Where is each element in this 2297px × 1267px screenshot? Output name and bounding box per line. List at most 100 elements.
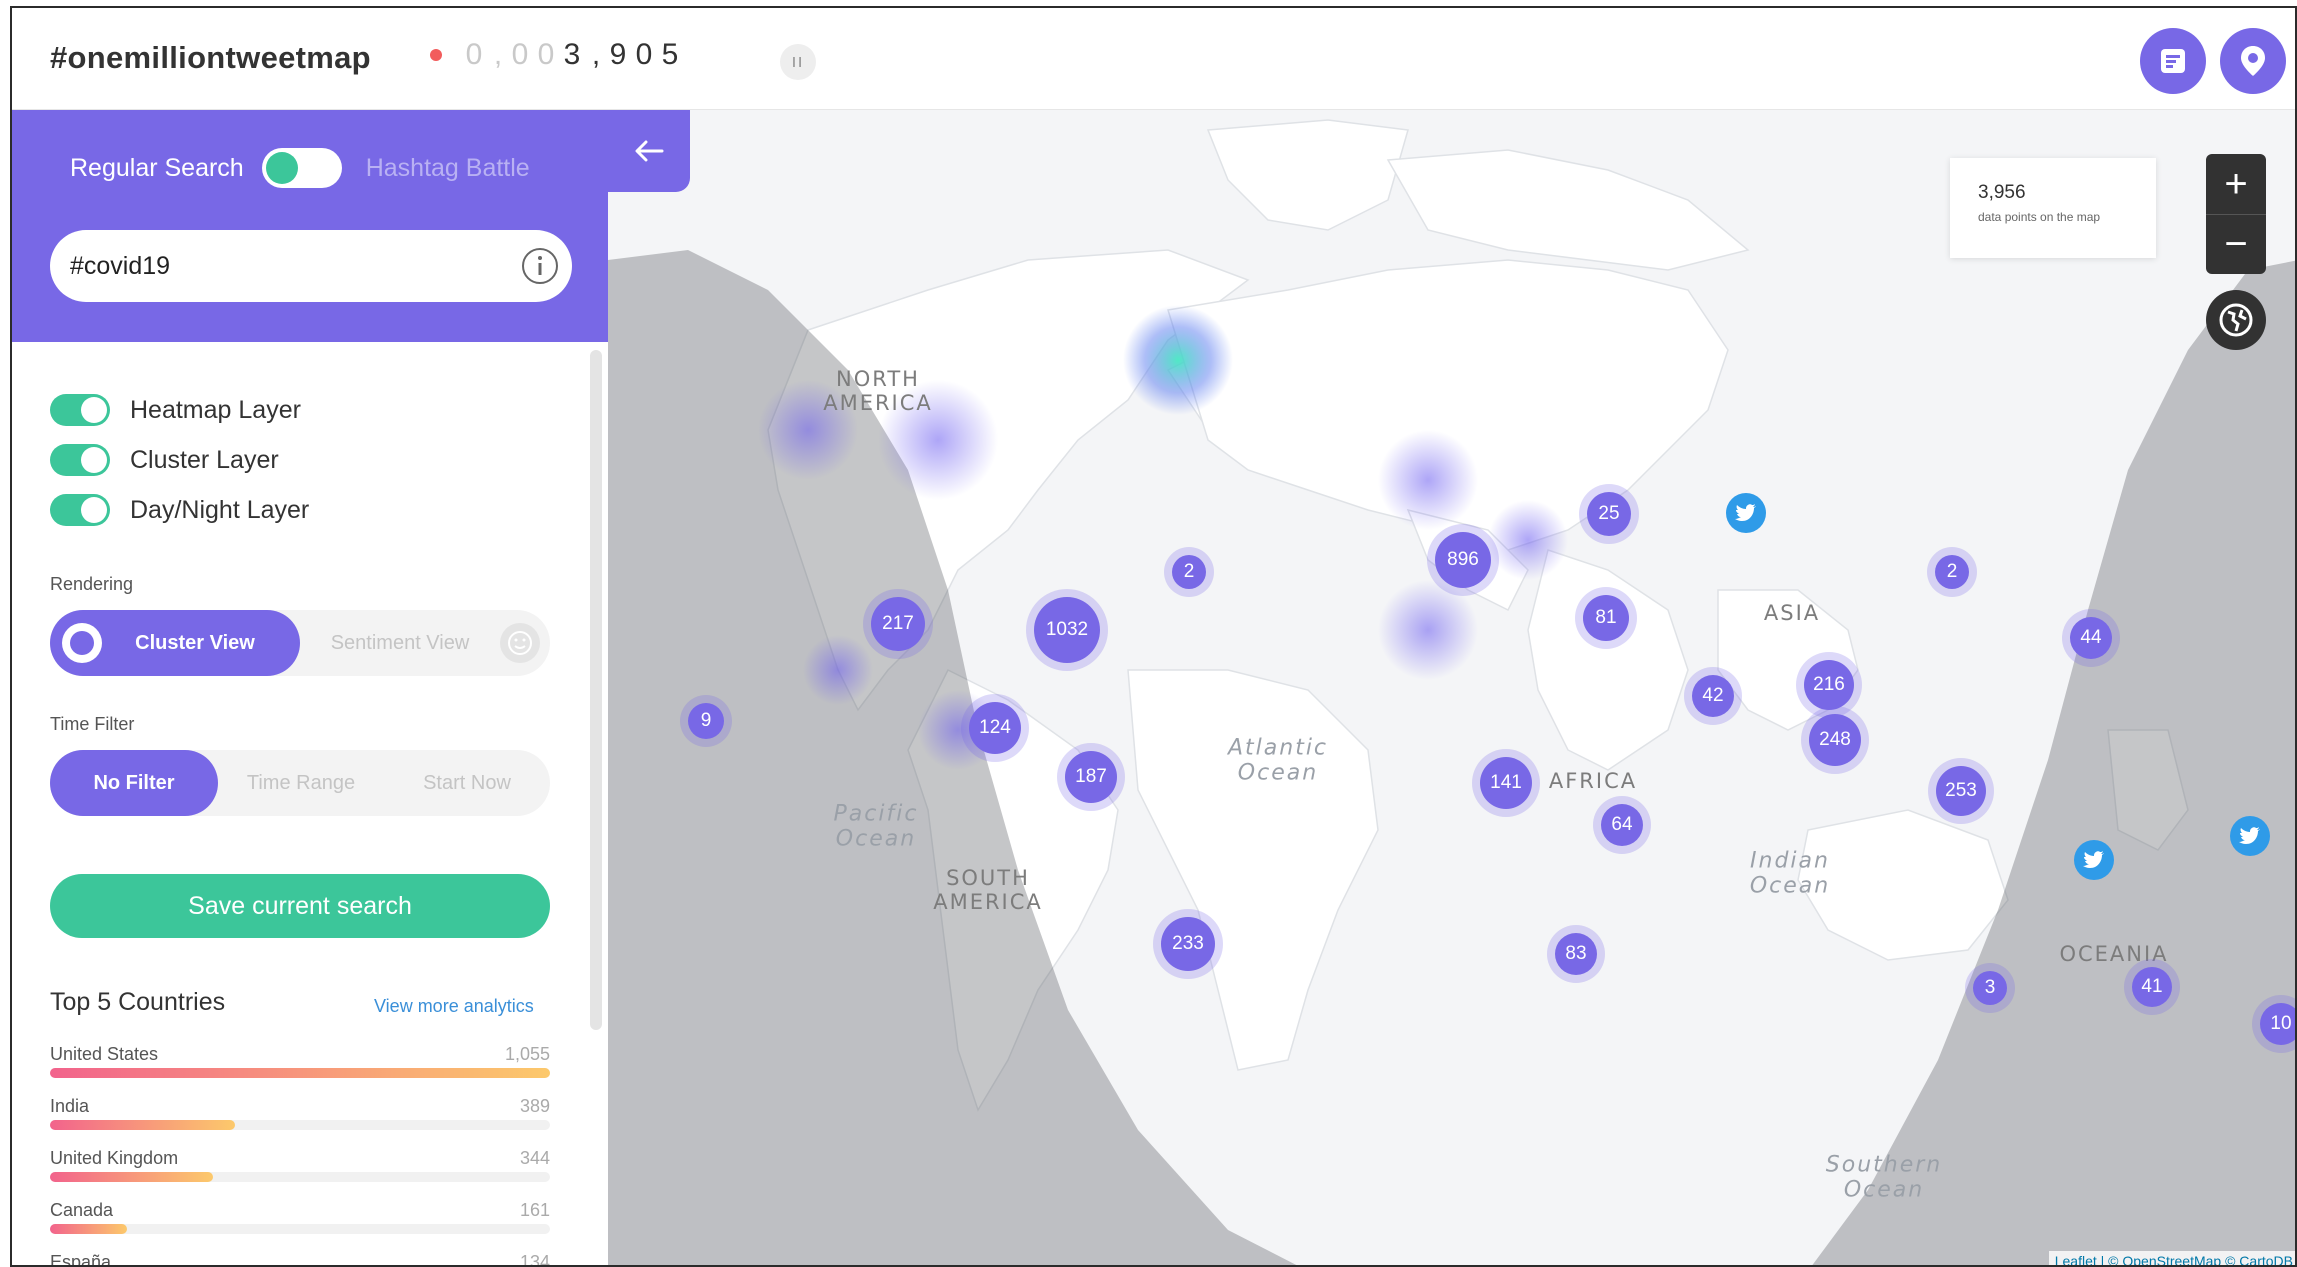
search-input[interactable]: [70, 244, 490, 288]
continent-label: OCEANIA: [2059, 941, 2169, 966]
tweet-counter: 0 , 0 0 3 , 9 0 5: [430, 38, 684, 72]
cluster-marker[interactable]: 3: [1973, 971, 2007, 1005]
tweet-pin[interactable]: [2074, 840, 2114, 880]
sidebar: Regular Search Hashtag Battle Heatmap La…: [12, 110, 608, 1265]
cluster-marker[interactable]: 253: [1936, 766, 1986, 816]
cluster-layer-toggle[interactable]: [50, 444, 110, 476]
counter-digit: 3: [563, 38, 583, 71]
counter-digit: 5: [661, 38, 681, 71]
cluster-marker[interactable]: 896: [1435, 532, 1491, 588]
cluster-marker[interactable]: 41: [2132, 967, 2172, 1007]
target-icon: [62, 623, 102, 663]
pause-icon: II: [791, 53, 805, 71]
counter-separator: ,: [493, 38, 503, 71]
toggle-knob: [81, 497, 107, 523]
ocean-label: Indian Ocean: [1749, 848, 1831, 899]
counter-digit: 0: [511, 38, 531, 71]
cluster-marker[interactable]: 2: [1172, 555, 1206, 589]
data-points-count: 3,956: [1978, 182, 2026, 203]
rendering-title: Rendering: [50, 574, 134, 594]
cluster-marker[interactable]: 81: [1583, 595, 1629, 641]
start-now-option[interactable]: Start Now: [384, 750, 550, 816]
cluster-marker[interactable]: 124: [969, 702, 1021, 754]
country-name: Canada: [50, 1200, 114, 1220]
cluster-marker[interactable]: 10: [2260, 1003, 2295, 1045]
cluster-marker[interactable]: 187: [1065, 751, 1117, 803]
toggle-knob: [81, 447, 107, 473]
country-name: India: [50, 1096, 90, 1116]
view-analytics-link[interactable]: View more analytics: [374, 996, 534, 1017]
cluster-marker[interactable]: 233: [1161, 917, 1215, 971]
rendering-selector: Cluster View Sentiment View: [50, 610, 550, 676]
country-bar-fill: [50, 1120, 235, 1130]
cluster-marker[interactable]: 141: [1480, 757, 1532, 809]
pause-button[interactable]: II: [780, 44, 816, 80]
no-filter-option[interactable]: No Filter: [50, 750, 218, 816]
cluster-view-label: Cluster View: [135, 631, 255, 654]
counter-separator: ,: [591, 38, 601, 71]
day-night-layer-toggle[interactable]: [50, 494, 110, 526]
cluster-marker[interactable]: 9: [688, 703, 724, 739]
country-bar-fill: [50, 1068, 550, 1078]
cluster-marker[interactable]: 25: [1587, 492, 1631, 536]
analytics-button[interactable]: [2140, 28, 2206, 94]
cluster-marker[interactable]: 217: [871, 597, 925, 651]
zoom-out-button[interactable]: −: [2206, 214, 2266, 274]
sidebar-scrollbar[interactable]: [590, 350, 602, 1030]
top-bar: #onemilliontweetmap 0 , 0 0 3 , 9 0 5 II: [12, 8, 2295, 110]
continent-label: ASIA: [1763, 600, 1821, 625]
country-row: España 134: [50, 1252, 550, 1265]
toggle-knob: [81, 397, 107, 423]
world-view-button[interactable]: [2206, 290, 2266, 350]
day-night-layer-label: Day/Night Layer: [130, 495, 310, 524]
counter-digit: 0: [465, 38, 485, 71]
time-range-label: Time Range: [246, 771, 356, 794]
cluster-marker[interactable]: 248: [1809, 714, 1861, 766]
smiley-icon[interactable]: [498, 621, 542, 665]
counter-digit: 0: [635, 38, 655, 71]
country-name: United Kingdom: [50, 1148, 179, 1168]
sentiment-view-option[interactable]: Sentiment View: [300, 610, 500, 676]
zoom-control: + −: [2206, 154, 2266, 274]
counter-digit: 0: [537, 38, 557, 71]
map-attribution[interactable]: Leaflet | © OpenStreetMap © CartoDB: [2048, 1251, 2295, 1265]
cluster-marker[interactable]: 1032: [1034, 597, 1100, 663]
start-now-label: Start Now: [423, 771, 511, 794]
country-bar-track: [50, 1172, 550, 1182]
world-map[interactable]: NORTH AMERICA SOUTH AMERICA AFRICA ASIA OC…: [608, 110, 2295, 1265]
data-points-panel: 3,956 data points on the map: [1950, 158, 2156, 258]
cluster-marker[interactable]: 64: [1601, 804, 1643, 846]
hashtag-battle-label[interactable]: Hashtag Battle: [366, 154, 530, 183]
location-button[interactable]: [2220, 28, 2286, 94]
cluster-view-option[interactable]: Cluster View: [50, 610, 300, 676]
country-row: United Kingdom 344: [50, 1148, 550, 1192]
tweet-pin[interactable]: [2230, 816, 2270, 856]
cluster-marker[interactable]: 2: [1935, 555, 1969, 589]
arrow-left-icon: [635, 140, 664, 162]
cluster-marker[interactable]: 42: [1692, 675, 1734, 717]
cluster-marker[interactable]: 83: [1555, 933, 1597, 975]
data-points-label: data points on the map: [1978, 210, 2101, 224]
collapse-sidebar-button[interactable]: [608, 110, 690, 192]
cluster-marker[interactable]: 216: [1804, 660, 1854, 710]
tweet-pin[interactable]: [1726, 493, 1766, 533]
info-icon[interactable]: [520, 246, 560, 286]
save-search-button[interactable]: Save current search: [50, 874, 550, 938]
cluster-marker[interactable]: 44: [2070, 617, 2112, 659]
search-field: [50, 230, 572, 302]
heatmap-layer-label: Heatmap Layer: [130, 395, 301, 424]
ocean-label: Southern Ocean: [1825, 1152, 1943, 1203]
heatmap-layer-toggle[interactable]: [50, 394, 110, 426]
zoom-in-button[interactable]: +: [2206, 154, 2266, 214]
time-range-option[interactable]: Time Range: [218, 750, 384, 816]
twitter-bird-icon: [2083, 851, 2104, 868]
country-count: 1,055: [504, 1044, 550, 1064]
heatmap-layer-row: Heatmap Layer: [50, 394, 301, 426]
country-count: 389: [519, 1096, 550, 1116]
country-row: India 389: [50, 1096, 550, 1140]
search-panel: Regular Search Hashtag Battle: [12, 110, 608, 342]
ocean-label: Atlantic Ocean: [1227, 735, 1329, 786]
regular-search-label[interactable]: Regular Search: [70, 154, 244, 183]
search-mode-toggle[interactable]: [261, 148, 342, 188]
country-row: United States 1,055: [50, 1044, 550, 1088]
